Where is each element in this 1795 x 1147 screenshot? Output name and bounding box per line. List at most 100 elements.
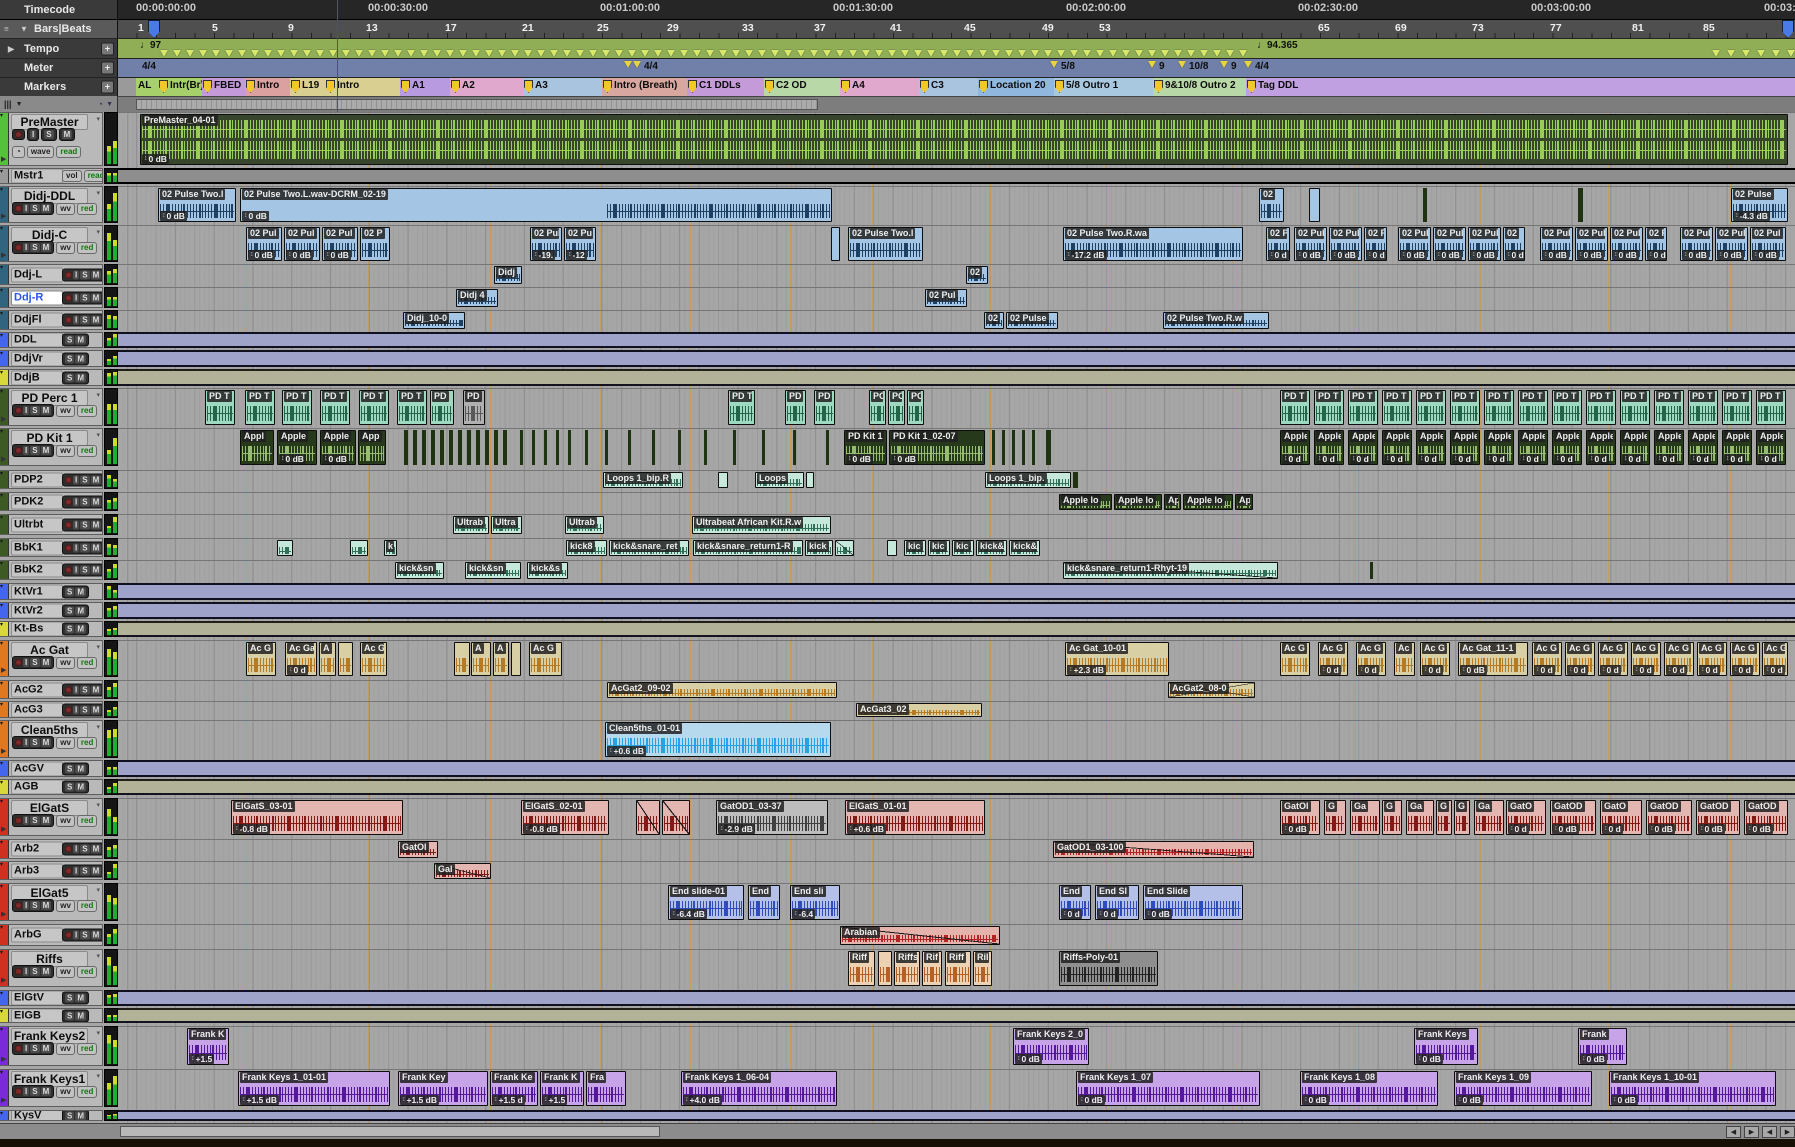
clip[interactable]: PD T (1484, 390, 1514, 425)
clip[interactable] (350, 540, 368, 556)
clip[interactable]: Ac G↕0 d (1664, 642, 1694, 676)
record-enable-button[interactable] (15, 1088, 22, 1095)
collapse-arrow-icon[interactable]: ▾ (0, 602, 3, 609)
clip[interactable]: kick&s (1009, 540, 1040, 556)
clip[interactable]: PD T (359, 390, 389, 425)
clip[interactable]: 02 Pul↕0 dB (1294, 227, 1327, 261)
input-monitor-button[interactable]: I (73, 685, 79, 694)
ism-pill[interactable]: ISM (62, 541, 103, 554)
record-enable-button[interactable] (15, 407, 22, 414)
track-options-icon[interactable]: ▾ (96, 431, 100, 439)
clip[interactable] (520, 430, 523, 465)
track-header-elgtv[interactable]: ▾ElGtVSM (0, 990, 103, 1006)
playlist-arrow-icon[interactable]: ▶ (1, 747, 6, 755)
track-name[interactable]: AcG3 (11, 702, 63, 717)
clip[interactable]: Ac (1394, 642, 1415, 676)
clip[interactable]: Ac G↕0 d (1318, 642, 1348, 676)
clip[interactable]: Frank Keys 2_0↕0 dB (1013, 1028, 1089, 1065)
solo-button[interactable]: S (80, 845, 89, 854)
clip[interactable]: Frank↕0 dB (1578, 1028, 1627, 1065)
clip[interactable]: PD Kit 1↕0 dB (844, 430, 887, 465)
clip[interactable]: 02 Pul↕0 dB (246, 227, 282, 261)
solo-button[interactable]: S (80, 270, 89, 279)
solo-button[interactable]: S (80, 705, 89, 714)
volume-button[interactable]: vol (62, 170, 82, 182)
clip[interactable]: 02 Pulse Two.R.w (1163, 312, 1269, 329)
track-color-strip[interactable]: ▾ (0, 265, 9, 284)
record-enable-button[interactable] (15, 817, 22, 824)
track-header-pd-perc-1[interactable]: ▾PD Perc 1▾▶ISMwvred (0, 388, 103, 426)
collapse-arrow-icon[interactable]: ▾ (0, 264, 3, 271)
solo-button[interactable]: S (44, 130, 53, 139)
track-color-strip[interactable]: ▾ (0, 561, 9, 579)
mute-button[interactable]: M (91, 316, 102, 325)
collapse-arrow-icon[interactable]: ▾ (0, 779, 3, 786)
clip[interactable]: Ultra (491, 516, 522, 534)
solo-button[interactable]: S (65, 783, 74, 792)
clip[interactable] (628, 430, 631, 465)
track-color-strip[interactable]: ▾ (0, 311, 9, 329)
track-header-pdk2[interactable]: ▾PDK2ISM (0, 492, 103, 511)
clip[interactable] (1012, 430, 1015, 465)
expand-arrow-icon[interactable]: ▶ (8, 44, 14, 53)
clip[interactable]: 02 P↕0 d (1645, 227, 1667, 261)
track-color-strip[interactable]: ▾ (0, 493, 9, 510)
mute-button[interactable]: M (91, 705, 102, 714)
track-header-acg3[interactable]: ▾AcG3ISM (0, 701, 103, 718)
solo-button[interactable]: S (80, 543, 89, 552)
clip[interactable]: Gal (434, 863, 491, 879)
track-options-icon[interactable]: ▾ (96, 643, 100, 651)
clip[interactable]: G (1454, 800, 1470, 835)
clip[interactable]: Didj_10-0 (403, 312, 465, 329)
clip[interactable]: kick&s (527, 562, 568, 579)
clip[interactable]: 02 Pul↕0 dB (1610, 227, 1643, 261)
clip[interactable]: Ultrab (453, 516, 489, 534)
clip[interactable]: Ac G (246, 642, 276, 676)
ism-pill[interactable]: ISM (62, 929, 103, 942)
clip[interactable]: Rif (922, 951, 942, 986)
clip[interactable]: Apple↕0 d (1552, 430, 1582, 465)
track-row-pd-perc-1[interactable]: PD TPD TPD TPD TPD TPD TPDPDPD TPDPDPCPC… (118, 388, 1795, 426)
clip[interactable]: PD T (1382, 390, 1412, 425)
clip[interactable]: AcGat2_08-0 (1168, 682, 1255, 698)
clip[interactable]: kick&sn (395, 562, 444, 579)
clip[interactable] (556, 430, 559, 465)
mute-button[interactable]: M (91, 866, 102, 875)
mute-button[interactable]: M (41, 243, 52, 252)
input-monitor-button[interactable]: I (73, 845, 79, 854)
clip[interactable]: k (384, 540, 397, 556)
waveform-view-button[interactable]: wave (27, 146, 55, 158)
track-header-ktvr1[interactable]: ▾KtVr1SM (0, 583, 103, 600)
clip[interactable]: Ultrabeat African Kit.R.w (692, 516, 831, 534)
track-name[interactable]: Ddj-L (11, 267, 63, 282)
collapse-arrow-icon[interactable]: ▾ (0, 186, 3, 193)
clip[interactable]: PC (869, 390, 886, 425)
clip[interactable]: PD (814, 390, 835, 425)
track-color-strip[interactable]: ▾ (0, 862, 9, 879)
mute-button[interactable]: M (41, 1044, 52, 1053)
track-row-pdp2[interactable]: Loops 1_bip.RLoopsLoops 1_bip. (118, 470, 1795, 489)
marker-name[interactable]: Intro (Breath) (614, 80, 677, 91)
clip[interactable]: 02 (1259, 188, 1284, 222)
clip[interactable]: Ac G↕0 d (1598, 642, 1628, 676)
collapse-arrow-icon[interactable]: ▾ (0, 760, 3, 767)
track-options-icon[interactable]: ▾ (96, 723, 100, 731)
clip[interactable]: kick&snare_return1-R (693, 540, 803, 556)
clip[interactable]: PD (785, 390, 806, 425)
track-name[interactable]: KtVr1 (11, 584, 63, 599)
mute-button[interactable]: M (41, 1087, 52, 1096)
solo-button[interactable]: S (30, 816, 39, 825)
playlist-arrow-icon[interactable]: ▶ (1, 155, 6, 163)
collapse-arrow-icon[interactable]: ▾ (0, 621, 3, 628)
track-name[interactable]: DdjVr (11, 351, 63, 366)
clip[interactable]: Apple lo (1114, 494, 1162, 510)
clip[interactable]: ElGatS_02-01↕-0.8 dB (521, 800, 609, 835)
meter-ruler[interactable]: 4/44/45/8910/894/4 (118, 59, 1795, 77)
track-row-frank-keys2[interactable]: Frank K↕+1.5Frank Keys 2_0↕0 dBFrank Key… (118, 1026, 1795, 1066)
mute-button[interactable]: M (91, 293, 102, 302)
mute-button[interactable]: M (75, 1111, 86, 1120)
track-color-strip[interactable]: ▾ (0, 681, 9, 698)
clip[interactable] (605, 430, 608, 465)
track-header-ddl[interactable]: ▾DDLSM (0, 332, 103, 348)
clip[interactable]: 02 Pul↕0 dB (1575, 227, 1608, 261)
